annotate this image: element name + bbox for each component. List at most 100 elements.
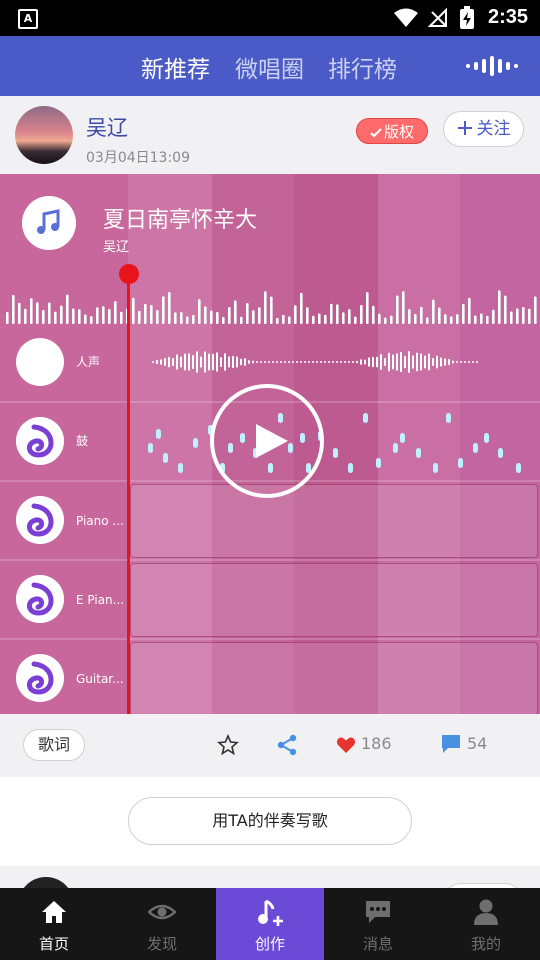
nav-label: 消息	[362, 935, 393, 953]
waveform-bar	[222, 316, 225, 324]
waveform-bar	[404, 355, 406, 369]
waveform-bar	[330, 303, 333, 324]
next-post-peek	[0, 867, 540, 888]
track-avatar	[16, 417, 64, 465]
drum-hit	[484, 433, 489, 443]
status-bar: A 2:35	[0, 0, 540, 36]
nav-create[interactable]: 创作	[216, 888, 324, 960]
nav-messages[interactable]: 消息	[324, 888, 432, 960]
waveform-bar	[234, 300, 237, 324]
drum-hit	[376, 458, 381, 468]
waveform-bar	[438, 307, 441, 324]
author-avatar[interactable]	[15, 106, 73, 164]
copyright-label: 版权	[383, 123, 414, 141]
waveform-bar	[432, 299, 435, 324]
comment-icon[interactable]	[440, 733, 462, 755]
waveform-bar	[476, 361, 478, 363]
tab-new-recommend[interactable]: 新推荐	[141, 36, 210, 96]
waveform-bar	[342, 312, 345, 324]
waveform-bar	[224, 353, 226, 371]
waveform-bar	[388, 352, 390, 372]
bottom-nav: 首页 发现 创作 消息 我的	[0, 888, 540, 960]
author-name[interactable]: 吴辽	[86, 112, 128, 142]
follow-button[interactable]: 关注	[443, 111, 524, 147]
track-guitar[interactable]: Guitar...	[0, 640, 540, 714]
track-avatar	[16, 654, 64, 702]
waveform-bar	[180, 356, 182, 368]
track-e-piano[interactable]: E Pian...	[0, 561, 540, 639]
drum-hit	[473, 443, 478, 453]
waveform-bar	[328, 361, 330, 363]
waveform-bar	[196, 351, 198, 373]
drum-hit	[148, 443, 153, 453]
instrument-logo-icon	[16, 496, 64, 544]
drum-hit	[178, 463, 183, 473]
waveform-bar	[246, 303, 249, 324]
audio-wave-icon[interactable]	[464, 56, 520, 76]
waveform-bar	[244, 358, 246, 366]
waveform-bar	[320, 361, 322, 363]
waveform-bar	[436, 355, 438, 369]
nav-label: 发现	[146, 935, 177, 953]
waveform-bar	[364, 359, 366, 365]
music-note-plus-icon	[258, 899, 283, 926]
waveform-bar	[228, 307, 231, 324]
tab-micro-sing-circle[interactable]: 微唱圈	[235, 36, 304, 96]
waveform-bar	[78, 309, 81, 324]
waveform-bar	[96, 307, 99, 324]
drum-hit	[458, 458, 463, 468]
waveform-bar	[192, 354, 194, 370]
waveform-bar	[252, 360, 254, 364]
waveform-bar	[366, 292, 369, 324]
eye-icon	[148, 904, 176, 920]
copyright-badge: 版权	[356, 118, 428, 144]
waveform-bar	[452, 360, 454, 364]
wifi-icon	[394, 8, 418, 27]
track-label: Guitar...	[76, 672, 124, 686]
waveform-bar	[90, 316, 93, 324]
nav-home[interactable]: 首页	[0, 888, 108, 960]
compose-section: 用TA的伴奏写歌	[0, 777, 540, 866]
waveform-bar	[392, 354, 394, 370]
waveform-bar	[396, 295, 399, 324]
follow-label: 关注	[476, 119, 511, 139]
waveform-bar	[372, 356, 374, 368]
waveform-bar	[414, 313, 417, 324]
waveform-bar	[192, 314, 195, 324]
tab-rankings[interactable]: 排行榜	[328, 36, 397, 96]
drum-hit	[333, 448, 338, 458]
lyrics-button[interactable]: 歌词	[23, 729, 85, 761]
waveform-bar	[340, 361, 342, 363]
waveform-bar	[72, 308, 75, 324]
waveform-bar	[408, 351, 410, 373]
waveform-bar	[210, 310, 213, 324]
compose-with-accompaniment-button[interactable]: 用TA的伴奏写歌	[128, 797, 412, 845]
track-region	[130, 642, 538, 714]
waveform-bar	[144, 303, 147, 324]
waveform-bar	[240, 316, 243, 324]
nav-discover[interactable]: 发现	[108, 888, 216, 960]
instrument-logo-icon	[16, 417, 64, 465]
next-author-avatar[interactable]	[18, 877, 74, 888]
track-region	[130, 563, 538, 637]
waveform-bar	[272, 361, 274, 363]
action-bar: 歌词 186 54	[0, 714, 540, 776]
heart-icon[interactable]	[336, 736, 356, 754]
song-card: 夏日南亭怀辛大 吴辽 人声 鼓 Piano ... E Pian... Guit…	[0, 174, 540, 714]
play-button[interactable]	[210, 384, 324, 498]
playhead-handle[interactable]	[119, 264, 139, 284]
waveform-bar	[252, 310, 255, 324]
waveform-bar	[336, 361, 338, 363]
waveform-bar	[236, 356, 238, 368]
waveform-bar	[324, 361, 326, 363]
drum-hit	[446, 413, 451, 423]
waveform-bar	[264, 361, 266, 363]
waveform-bar	[450, 316, 453, 324]
share-icon[interactable]	[276, 734, 298, 756]
playhead-line[interactable]	[127, 274, 130, 714]
nav-profile[interactable]: 我的	[432, 888, 540, 960]
waveform-bar	[348, 309, 351, 324]
waveform-bar	[462, 303, 465, 324]
star-icon[interactable]	[217, 734, 239, 756]
waveform-bar	[172, 357, 174, 367]
